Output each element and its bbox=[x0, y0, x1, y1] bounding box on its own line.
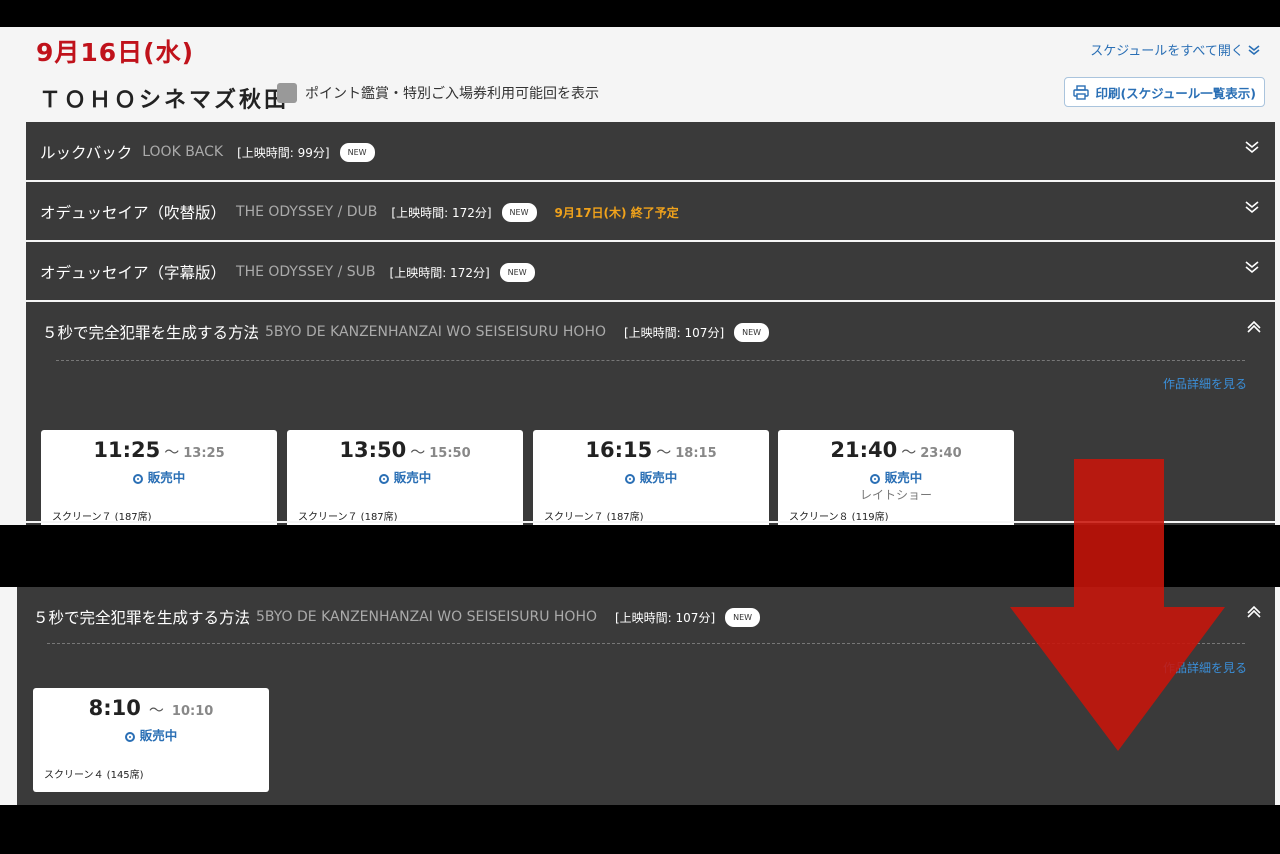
section-divider bbox=[56, 360, 1245, 361]
movie-runtime: [上映時間: 99分] bbox=[237, 145, 330, 160]
showtime-card[interactable]: 8:10 〜 10:10 販売中 スクリーン４ (145席) bbox=[33, 688, 269, 792]
movie-bar-odyssey-sub[interactable]: オデュッセイア（字幕版） THE ODYSSEY / SUB [上映時間: 17… bbox=[26, 242, 1275, 300]
movie-runtime: [上映時間: 107分] bbox=[624, 325, 725, 340]
movie-title-jp: ５秒で完全犯罪を生成する方法 bbox=[33, 609, 251, 627]
section-bottom-border bbox=[26, 521, 1275, 523]
print-button[interactable]: 印刷(スケジュール一覧表示) bbox=[1064, 77, 1265, 107]
start-time: 16:15 bbox=[585, 438, 653, 462]
movie-title-en: THE ODYSSEY / DUB bbox=[236, 204, 378, 220]
printer-icon bbox=[1073, 84, 1090, 100]
chevron-double-down-icon[interactable] bbox=[1243, 138, 1261, 156]
filter-checkbox[interactable] bbox=[277, 83, 297, 103]
end-time: 13:25 bbox=[183, 446, 225, 461]
movie-section-5byo-next: ５秒で完全犯罪を生成する方法 5BYO DE KANZENHANZAI WO S… bbox=[17, 587, 1275, 805]
chevron-up-icon[interactable] bbox=[1245, 606, 1263, 620]
schedule-date: 9月16日(水) bbox=[36, 38, 195, 67]
movie-title-jp: オデュッセイア（字幕版） bbox=[40, 264, 227, 282]
chevron-up-icon[interactable] bbox=[1245, 321, 1263, 335]
movie-title-jp: ルックバック bbox=[40, 144, 133, 162]
movie-title-en: 5BYO DE KANZENHANZAI WO SEISEISURU HOHO bbox=[265, 324, 606, 340]
showtime-card[interactable]: 21:40 〜 23:40 販売中 レイトショー スクリーン８ (119席) bbox=[778, 430, 1014, 525]
new-badge: NEW bbox=[501, 202, 537, 222]
new-badge: NEW bbox=[339, 142, 375, 162]
tilde: 〜 bbox=[164, 443, 180, 461]
movie-runtime: [上映時間: 172分] bbox=[389, 265, 490, 280]
start-time: 21:40 bbox=[830, 438, 898, 462]
chevron-double-down-icon[interactable] bbox=[1243, 258, 1261, 276]
movie-title-jp: オデュッセイア（吹替版） bbox=[40, 204, 227, 222]
tilde: 〜 bbox=[901, 443, 917, 461]
sale-status: 販売中 bbox=[147, 470, 186, 485]
new-badge: NEW bbox=[725, 607, 761, 627]
schedule-panel-top: 9月16日(水) スケジュールをすべて開く ＴＯＨＯシネマズ秋田 ポイント鑑賞・… bbox=[0, 27, 1280, 525]
sale-status: 販売中 bbox=[393, 470, 432, 485]
theater-name: ＴＯＨＯシネマズ秋田 bbox=[39, 88, 290, 113]
showtime-card[interactable]: 13:50 〜 15:50 販売中 スクリーン７ (187席) bbox=[287, 430, 523, 525]
tilde: 〜 bbox=[656, 443, 672, 461]
detail-link[interactable]: 作品詳細を見る bbox=[1163, 375, 1247, 392]
sale-status: 販売中 bbox=[884, 470, 923, 485]
print-label: 印刷(スケジュール一覧表示) bbox=[1095, 85, 1256, 101]
chevron-double-down-icon bbox=[1248, 45, 1260, 56]
movie-runtime: [上映時間: 107分] bbox=[615, 610, 716, 625]
movie-header-5byo[interactable]: ５秒で完全犯罪を生成する方法 5BYO DE KANZENHANZAI WO S… bbox=[33, 606, 761, 628]
movie-title-en: THE ODYSSEY / SUB bbox=[236, 264, 376, 280]
late-show-note: レイトショー bbox=[859, 488, 932, 502]
screen-info: スクリーン４ (145席) bbox=[44, 770, 144, 781]
start-time: 8:10 bbox=[88, 696, 141, 720]
end-time: 15:50 bbox=[429, 446, 471, 461]
movie-section-5byo: ５秒で完全犯罪を生成する方法 5BYO DE KANZENHANZAI WO S… bbox=[26, 302, 1275, 525]
ring-icon bbox=[624, 474, 635, 484]
ring-icon bbox=[124, 732, 135, 742]
sale-status: 販売中 bbox=[639, 470, 678, 485]
movie-header-5byo[interactable]: ５秒で完全犯罪を生成する方法 5BYO DE KANZENHANZAI WO S… bbox=[42, 321, 770, 343]
showtime-card[interactable]: 16:15 〜 18:15 販売中 スクリーン７ (187席) bbox=[533, 430, 769, 525]
end-time: 10:10 bbox=[171, 704, 214, 719]
tilde: 〜 bbox=[410, 443, 426, 461]
start-time: 11:25 bbox=[93, 438, 161, 462]
ring-icon bbox=[869, 474, 880, 484]
schedule-panel-bottom: ５秒で完全犯罪を生成する方法 5BYO DE KANZENHANZAI WO S… bbox=[0, 587, 1280, 805]
ring-icon bbox=[132, 474, 143, 484]
tilde: 〜 bbox=[148, 701, 164, 719]
detail-link[interactable]: 作品詳細を見る bbox=[1163, 659, 1247, 676]
sale-status: 販売中 bbox=[139, 728, 178, 743]
end-time: 18:15 bbox=[675, 446, 717, 461]
expand-all-label: スケジュールをすべて開く bbox=[1090, 44, 1244, 59]
new-badge: NEW bbox=[734, 322, 770, 342]
movie-runtime: [上映時間: 172分] bbox=[391, 205, 492, 220]
showtime-card[interactable]: 11:25 〜 13:25 販売中 スクリーン７ (187席) bbox=[41, 430, 277, 525]
new-badge: NEW bbox=[499, 262, 535, 282]
movie-title-en: 5BYO DE KANZENHANZAI WO SEISEISURU HOHO bbox=[256, 609, 597, 625]
section-divider bbox=[47, 643, 1245, 644]
movie-title-en: LOOK BACK bbox=[142, 144, 224, 160]
point-filter[interactable]: ポイント鑑賞・特別ご入場券利用可能回を表示 bbox=[277, 83, 599, 103]
movie-bar-look-back[interactable]: ルックバック LOOK BACK [上映時間: 99分] NEW bbox=[26, 122, 1275, 180]
ring-icon bbox=[378, 474, 389, 484]
expand-all-link[interactable]: スケジュールをすべて開く bbox=[1090, 40, 1260, 59]
movie-bar-odyssey-dub[interactable]: オデュッセイア（吹替版） THE ODYSSEY / DUB [上映時間: 17… bbox=[26, 182, 1275, 240]
chevron-double-down-icon[interactable] bbox=[1243, 198, 1261, 216]
start-time: 13:50 bbox=[339, 438, 407, 462]
end-time: 23:40 bbox=[920, 446, 962, 461]
movie-title-jp: ５秒で完全犯罪を生成する方法 bbox=[42, 324, 260, 342]
ending-notice: 9月17日(木) 終了予定 bbox=[554, 205, 679, 220]
filter-label: ポイント鑑賞・特別ご入場券利用可能回を表示 bbox=[305, 86, 599, 102]
